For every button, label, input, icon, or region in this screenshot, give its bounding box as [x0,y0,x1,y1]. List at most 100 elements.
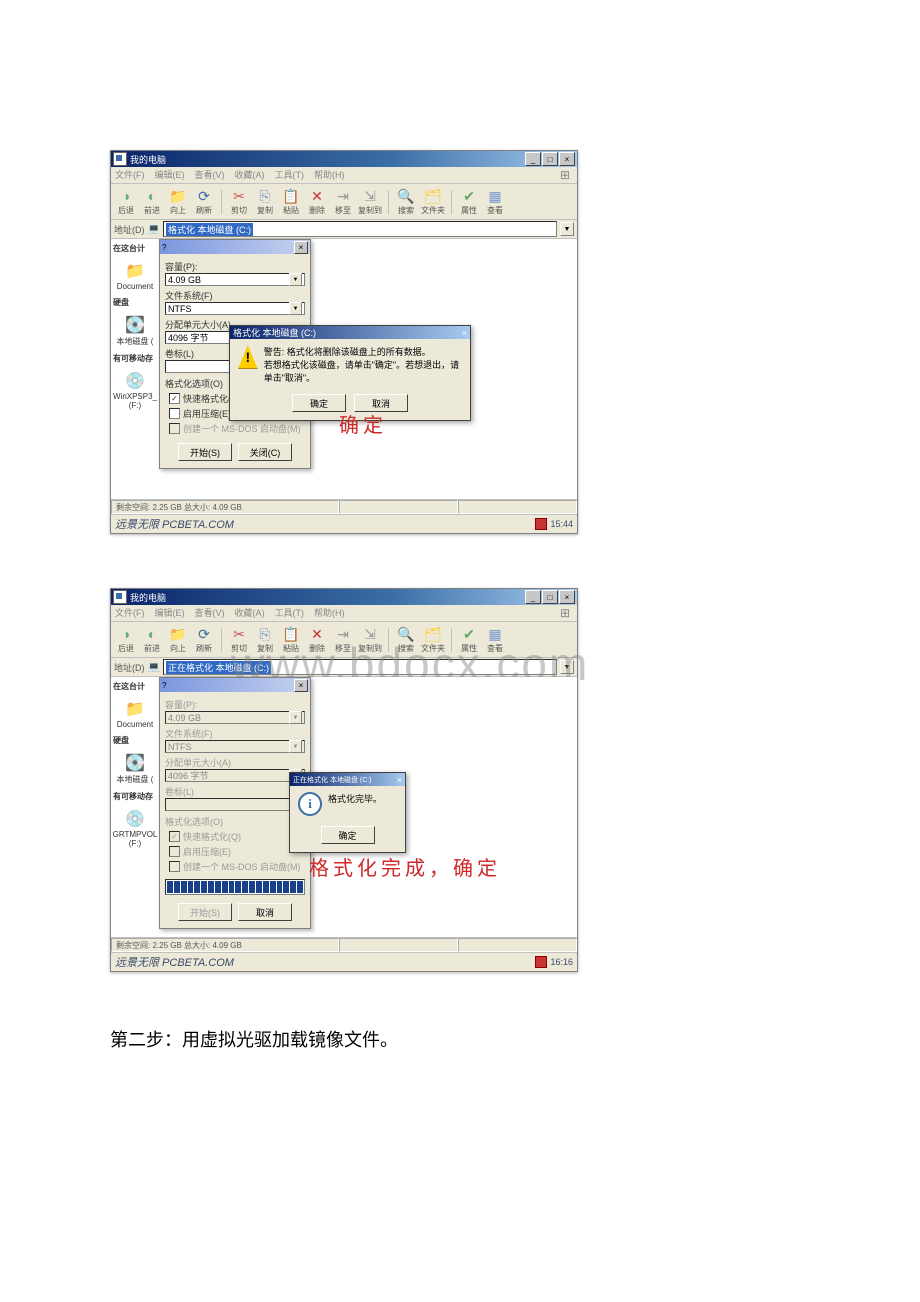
left-pane: 在这台计 📁Document 硬盘 💽本地磁盘 ( 有可移动存 💿WinXPSP… [111,239,159,499]
back-button[interactable]: ◑后退 [115,187,137,216]
address-dropdown-icon[interactable]: ▼ [560,222,574,236]
view-button[interactable]: ▦查看 [484,187,506,216]
menu-edit[interactable]: 编辑(E) [155,168,185,182]
menu-file[interactable]: 文件(F) [115,606,145,620]
close-button[interactable]: × [559,152,575,166]
format-close-icon[interactable]: × [294,241,308,254]
menu-tools[interactable]: 工具(T) [275,168,305,182]
menu-help[interactable]: 帮助(H) [314,606,345,620]
cut-button[interactable]: ✂剪切 [228,187,250,216]
item-documents[interactable]: 📁Document [112,260,158,291]
refresh-button[interactable]: ⟳刷新 [193,625,215,654]
address-dropdown-icon[interactable]: ▼ [560,660,574,674]
address-input[interactable]: 格式化 本地磁盘 (C:) [163,221,557,237]
menu-file[interactable]: 文件(F) [115,168,145,182]
search-button[interactable]: 🔍搜索 [395,625,417,654]
folders-button[interactable]: 🗂文件夹 [421,625,445,654]
titlebar: 我的电脑 _ □ × [111,589,577,605]
search-button[interactable]: 🔍搜索 [395,187,417,216]
properties-button[interactable]: ✔属性 [458,625,480,654]
clock: 16:16 [550,957,573,967]
item-documents[interactable]: 📁Document [112,698,158,729]
options-label: 格式化选项(O) [165,815,305,828]
delete-button[interactable]: ✕删除 [306,625,328,654]
up-button[interactable]: 📁向上 [167,187,189,216]
copyto-button[interactable]: ⇲复制到 [358,187,382,216]
copy-button[interactable]: ⎘复制 [254,187,276,216]
up-button[interactable]: 📁向上 [167,625,189,654]
menu-fav[interactable]: 收藏(A) [235,606,265,620]
copy-button[interactable]: ⎘复制 [254,625,276,654]
cancel-dialog-button[interactable]: 取消 [238,903,292,921]
menu-edit[interactable]: 编辑(E) [155,606,185,620]
delete-button[interactable]: ✕删除 [306,187,328,216]
address-label: 地址(D) [114,223,145,236]
start-button[interactable]: 开始(S) [178,443,232,461]
maximize-button[interactable]: □ [542,590,558,604]
capacity-select[interactable]: 4.09 GB▼ [165,273,305,286]
menu-tools[interactable]: 工具(T) [275,606,305,620]
msg-line: 格式化完毕。 [328,792,382,805]
explorer-body: 在这台计 📁Document 硬盘 💽本地磁盘 ( 有可移动存 💿GRTMPVO… [111,677,577,937]
screenshot-2: www.bdocx.com 我的电脑 _ □ × 文件(F) 编辑(E) 查看(… [110,588,578,972]
fs-label: 文件系统(F) [165,727,305,740]
address-label: 地址(D) [114,661,145,674]
forward-button[interactable]: ◐前进 [141,187,163,216]
cut-button[interactable]: ✂剪切 [228,625,250,654]
ok-button[interactable]: 确定 [321,826,375,844]
tray-icon [535,956,547,968]
msgbox-close-icon[interactable]: × [397,775,402,785]
windows-logo-icon: ⊞ [557,168,573,182]
minimize-button[interactable]: _ [525,152,541,166]
screenshot-1: 我的电脑 _ □ × 文件(F) 编辑(E) 查看(V) 收藏(A) 工具(T)… [110,150,578,534]
status-text: 剩余空间: 2.25 GB 总大小: 4.09 GB [111,500,339,514]
address-input[interactable]: 正在格式化 本地磁盘 (C:) [163,659,557,675]
fs-label: 文件系统(F) [165,289,305,302]
annotation-2: 格式化完成，确定 [309,852,501,881]
menu-view[interactable]: 查看(V) [195,606,225,620]
menu-fav[interactable]: 收藏(A) [235,168,265,182]
paste-button[interactable]: 📋粘贴 [280,625,302,654]
fs-select[interactable]: NTFS▼ [165,302,305,315]
close-dialog-button[interactable]: 关闭(C) [238,443,292,461]
menu-bar: 文件(F) 编辑(E) 查看(V) 收藏(A) 工具(T) 帮助(H) ⊞ [111,605,577,622]
item-localdisk[interactable]: 💽本地磁盘 ( [112,752,158,785]
menu-help[interactable]: 帮助(H) [314,168,345,182]
clock: 15:44 [550,519,573,529]
item-removable[interactable]: 💿WinXPSP3_(F:) [112,370,158,410]
forward-button[interactable]: ◐前进 [141,625,163,654]
folders-button[interactable]: 🗂文件夹 [421,187,445,216]
group-hd: 硬盘 [112,733,158,748]
menu-view[interactable]: 查看(V) [195,168,225,182]
item-localdisk[interactable]: 💽本地磁盘 ( [112,314,158,347]
back-button[interactable]: ◑后退 [115,625,137,654]
warning-msgbox: 格式化 本地磁盘 (C:) × ! 警告: 格式化将删除该磁盘上的所有数据。 若… [229,325,471,421]
left-pane: 在这台计 📁Document 硬盘 💽本地磁盘 ( 有可移动存 💿GRTMPVO… [111,677,159,937]
maximize-button[interactable]: □ [542,152,558,166]
app-icon [113,590,127,604]
group-thispc: 在这台计 [112,241,158,256]
group-removable: 有可移动存 [112,351,158,366]
format-dialog-title: ? × [160,678,310,692]
copyto-button[interactable]: ⇲复制到 [358,625,382,654]
volume-label: 卷标(L) [165,785,305,798]
view-button[interactable]: ▦查看 [484,625,506,654]
group-hd: 硬盘 [112,295,158,310]
msdos-checkbox: 创建一个 MS-DOS 启动盘(M) [169,422,305,435]
format-close-icon[interactable]: × [294,679,308,692]
paste-button[interactable]: 📋粘贴 [280,187,302,216]
toolbar: ◑后退 ◐前进 📁向上 ⟳刷新 ✂剪切 ⎘复制 📋粘贴 ✕删除 ⇥移至 ⇲复制到… [111,622,577,658]
msgbox-close-icon[interactable]: × [462,328,467,338]
item-removable[interactable]: 💿GRTMPVOL(F:) [112,808,158,848]
minimize-button[interactable]: _ [525,590,541,604]
watermark-bar: 远景无限 PCBETA.COM 15:44 [111,514,577,533]
info-msgbox: 正在格式化 本地磁盘 (C:) × i 格式化完毕。 确定 [289,772,406,853]
info-icon: i [298,792,322,816]
close-button[interactable]: × [559,590,575,604]
capacity-label: 容量(P): [165,260,305,273]
refresh-button[interactable]: ⟳刷新 [193,187,215,216]
moveto-button[interactable]: ⇥移至 [332,625,354,654]
moveto-button[interactable]: ⇥移至 [332,187,354,216]
ok-button[interactable]: 确定 [292,394,346,412]
properties-button[interactable]: ✔属性 [458,187,480,216]
